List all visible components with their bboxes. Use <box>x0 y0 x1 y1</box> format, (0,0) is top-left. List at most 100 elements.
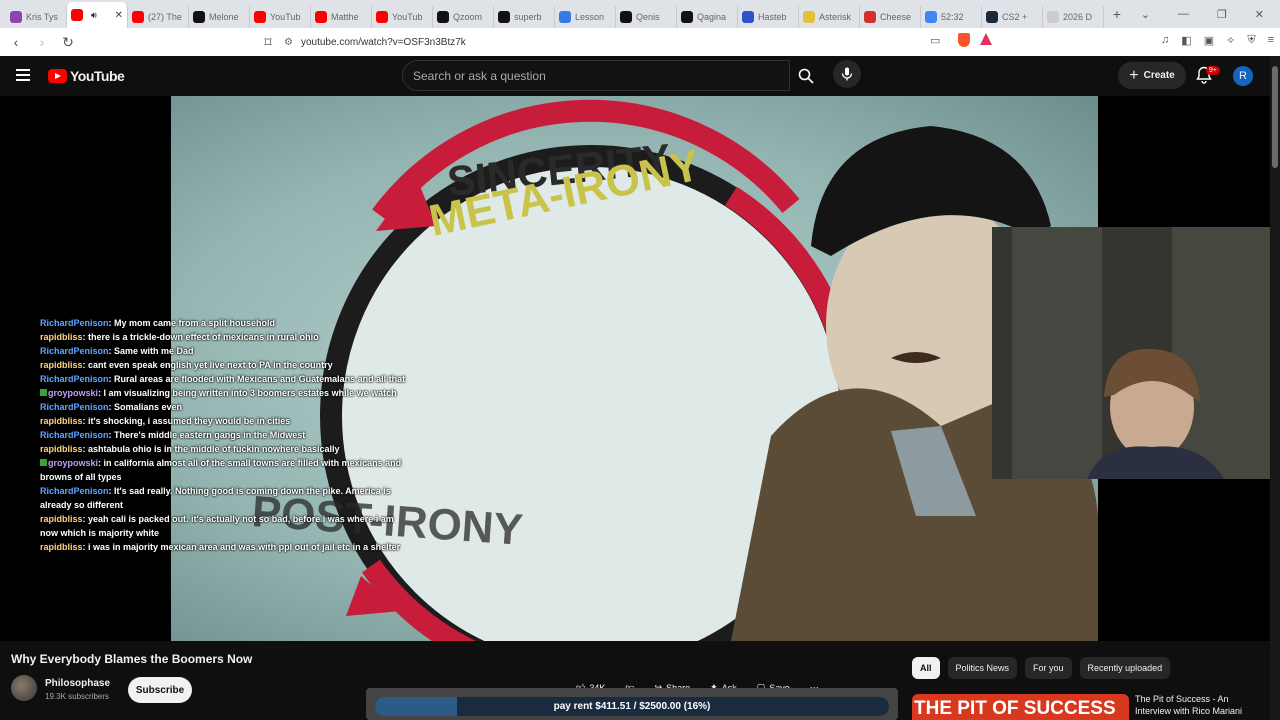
filter-chip[interactable]: For you <box>1025 657 1072 679</box>
search-placeholder: Search or ask a question <box>413 68 546 83</box>
tab-favicon-icon <box>254 11 266 23</box>
browser-tab[interactable]: YouTub <box>372 6 433 28</box>
browser-tab[interactable]: CS2 + <box>982 6 1043 28</box>
wallet-icon[interactable]: ▣ <box>1204 34 1214 47</box>
browser-tab[interactable]: Cheese <box>860 6 921 28</box>
browser-tab[interactable]: Qzoom <box>433 6 494 28</box>
filter-chip[interactable]: All <box>912 657 940 679</box>
brave-rewards-icon[interactable] <box>980 33 992 45</box>
chat-message: groypowski: in california almost all of … <box>40 458 402 482</box>
tab-favicon-icon <box>498 11 510 23</box>
browser-tab[interactable]: YouTub <box>250 6 311 28</box>
scrollbar-thumb[interactable] <box>1272 66 1278 168</box>
chat-username: groypowski <box>48 388 99 398</box>
chat-text: it's shocking, i assumed they would be i… <box>88 416 291 426</box>
vpn-icon[interactable]: ⛨ <box>1247 34 1255 47</box>
chat-message: rapidbliss: it's shocking, i assumed the… <box>40 416 291 426</box>
cast-icon[interactable]: ▭ <box>930 34 940 47</box>
channel-name[interactable]: Philosophase <box>45 678 110 689</box>
tab-favicon-icon <box>193 11 205 23</box>
browser-tab[interactable]: 52:32 <box>921 6 982 28</box>
forward-icon[interactable]: › <box>32 34 52 50</box>
bookmark-icon[interactable]: ⌑ <box>258 34 278 51</box>
recommendation-chips: All Politics News For you Recently uploaded <box>912 657 1171 679</box>
browser-tab[interactable]: Hasteb <box>738 6 799 28</box>
chat-message: rapidbliss: i was in majority mexican ar… <box>40 542 401 552</box>
tab-label: Hasteb <box>758 12 787 22</box>
tab-favicon-icon <box>986 11 998 23</box>
chat-message: RichardPenison: It's sad really. Nothing… <box>40 486 391 510</box>
tab-close-icon[interactable]: ✕ <box>115 10 123 21</box>
thumbnail-text: THE PIT OF SUCCESS <box>914 698 1116 719</box>
chat-username: groypowski <box>48 458 99 468</box>
media-icon[interactable]: ♫ <box>1161 34 1169 47</box>
close-window-button[interactable]: ✕ <box>1255 8 1264 21</box>
sidebar-icon[interactable]: ◧ <box>1181 34 1191 47</box>
back-icon[interactable]: ‹ <box>6 34 26 50</box>
create-button[interactable]: + Create <box>1118 62 1186 89</box>
search-icon <box>798 68 814 84</box>
chat-text: yeah cali is packed out. it's actually n… <box>40 514 394 538</box>
voice-search-button[interactable] <box>833 60 861 88</box>
site-info-icon[interactable]: ⚙ <box>284 37 293 48</box>
chat-username: RichardPenison <box>40 430 109 440</box>
chat-message: RichardPenison: Same with me Dad <box>40 346 194 356</box>
browser-tab[interactable]: Asterisk <box>799 6 860 28</box>
browser-tab[interactable]: superb <box>494 6 555 28</box>
new-tab-button[interactable]: + <box>1104 6 1130 22</box>
notifications-badge: 9+ <box>1206 66 1220 75</box>
tab-audio-icon[interactable]: 🔊︎ <box>91 10 97 21</box>
menu-icon[interactable]: ≡ <box>1268 34 1274 47</box>
tab-favicon-icon <box>71 9 83 21</box>
minimize-button[interactable]: — <box>1178 8 1189 21</box>
plus-icon: + <box>1129 66 1139 84</box>
tab-favicon-icon <box>315 11 327 23</box>
channel-avatar[interactable] <box>11 675 37 701</box>
chat-username: rapidbliss <box>40 444 83 454</box>
browser-tab[interactable]: Qagina <box>677 6 738 28</box>
account-avatar[interactable]: R <box>1233 66 1253 86</box>
goal-progress-text: pay rent $411.51 / $2500.00 (16%) <box>553 701 711 712</box>
youtube-logo[interactable]: YouTube <box>48 68 125 84</box>
browser-tab[interactable]: (27) The <box>128 6 189 28</box>
browser-tab[interactable]: 2026 D <box>1043 6 1104 28</box>
chat-message: groypowski: I am visualizing being writt… <box>40 386 410 400</box>
browser-tab[interactable]: Melone <box>189 6 250 28</box>
brave-shield-icon[interactable] <box>958 33 970 47</box>
video-title: Why Everybody Blames the Boomers Now <box>11 652 253 666</box>
browser-tab[interactable]: Qenis <box>616 6 677 28</box>
tab-search-icon[interactable]: ⌄ <box>1141 8 1150 21</box>
streamer-webcam <box>992 227 1280 479</box>
video-player[interactable]: SINCERITY META-IRONY POST-IRONY RichardP… <box>0 96 1280 641</box>
youtube-header: YouTube Search or ask a question + Creat… <box>0 56 1270 96</box>
reload-icon[interactable]: ↻ <box>58 34 78 51</box>
maximize-button[interactable]: ❐ <box>1217 8 1227 21</box>
browser-tab[interactable]: Matthe <box>311 6 372 28</box>
leo-icon[interactable]: ✧ <box>1226 34 1235 47</box>
tab-favicon-icon <box>864 11 876 23</box>
url-text: youtube.com/watch?v=OSF3n3Btz7k <box>300 36 466 48</box>
browser-tab[interactable]: 🔊︎ ✕ <box>67 2 128 28</box>
search-input[interactable]: Search or ask a question <box>402 60 790 91</box>
chat-message: rapidbliss: yeah cali is packed out. it'… <box>40 514 394 538</box>
chat-username: RichardPenison <box>40 486 109 496</box>
filter-chip[interactable]: Recently uploaded <box>1079 657 1171 679</box>
chat-message: RichardPenison: There's middle eastern g… <box>40 430 306 440</box>
chat-username: rapidbliss <box>40 416 83 426</box>
address-bar[interactable]: ⚙ youtube.com/watch?v=OSF3n3Btz7k <box>284 33 944 51</box>
guide-menu-icon[interactable] <box>16 69 30 81</box>
recommended-thumbnail[interactable]: THE PIT OF SUCCESS <box>912 694 1129 720</box>
microphone-icon <box>841 67 853 81</box>
tab-label: 52:32 <box>941 12 964 22</box>
chat-text: cant even speak english yet live next to… <box>88 360 333 370</box>
search-button[interactable] <box>790 60 822 91</box>
browser-tab[interactable]: Lesson <box>555 6 616 28</box>
subscribe-button[interactable]: Subscribe <box>128 677 192 703</box>
tab-label: Qagina <box>697 12 727 22</box>
browser-tab[interactable]: Kris Tys <box>6 6 67 28</box>
recommended-title[interactable]: The Pit of Success - An Interview with R… <box>1135 693 1265 717</box>
chat-message: RichardPenison: Rural areas are flooded … <box>40 374 406 384</box>
filter-chip[interactable]: Politics News <box>947 657 1018 679</box>
chat-text: Rural areas are flooded with Mexicans an… <box>114 374 406 384</box>
chat-username: RichardPenison <box>40 374 109 384</box>
